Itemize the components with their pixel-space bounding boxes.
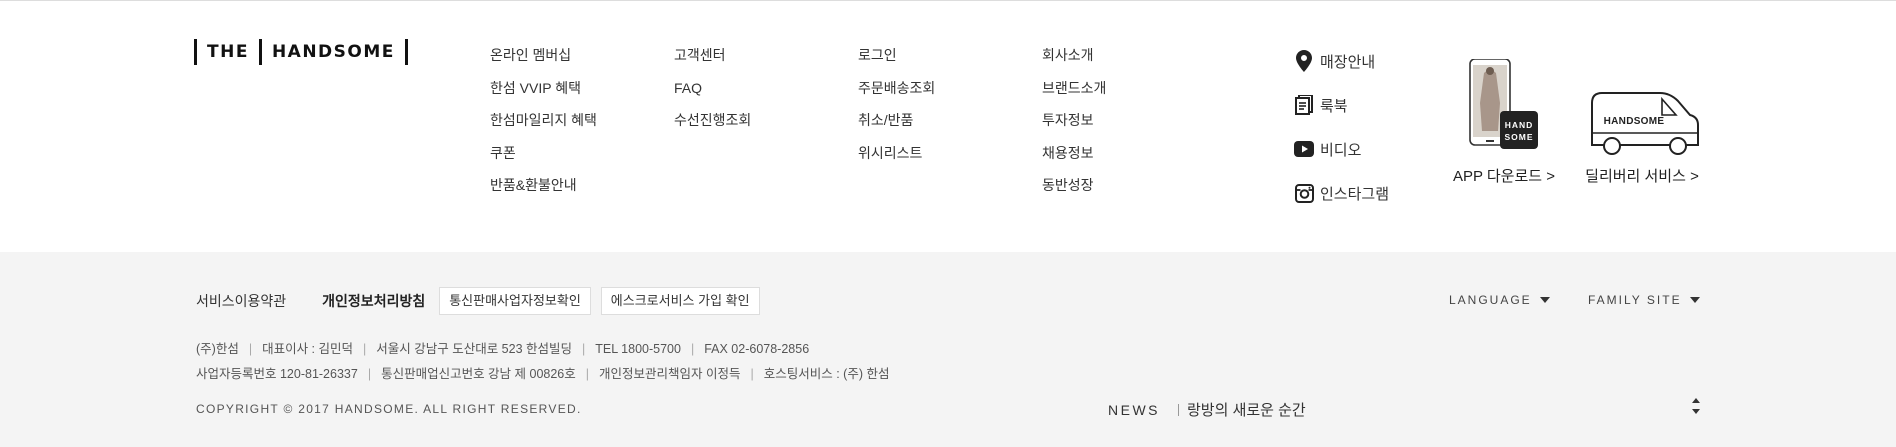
app-badge-line2: SOME (1504, 132, 1534, 142)
menu-column-account: 로그인 주문배송조회 취소/반품 위시리스트 (858, 45, 935, 175)
menu-column-company: 회사소개 브랜드소개 투자정보 채용정보 동반성장 (1042, 45, 1106, 208)
family-site-dropdown[interactable]: FAMILY SITE (1588, 293, 1700, 307)
hosting-service: 호스팅서비스 : (주) 한섬 (763, 367, 890, 381)
menu-link[interactable]: 동반성장 (1042, 175, 1106, 208)
footer-top: THE HANDSOME 온라인 멤버십 한섬 VVIP 혜택 한섬마일리지 혜… (0, 1, 1896, 252)
menu-link[interactable]: 쿠폰 (490, 143, 597, 176)
language-dropdown[interactable]: LANGUAGE (1449, 293, 1550, 307)
menu-link[interactable]: 브랜드소개 (1042, 78, 1106, 111)
instagram-icon (1294, 182, 1314, 204)
delivery-service-label: 딜리버리 서비스 > (1585, 168, 1699, 185)
mail-order-number: 통신판매업신고번호 강남 제 00826호 (381, 367, 576, 381)
app-download-link[interactable]: HAND SOME APP 다운로드 > (1452, 58, 1556, 186)
store-locator-label: 매장안내 (1320, 53, 1376, 71)
news-ticker[interactable]: NEWS 랑방의 새로운 순간 (1108, 399, 1306, 420)
company-info-line1: (주)한섬 | 대표이사 : 김민덕 | 서울시 강남구 도산대로 523 한섬빌딩 | T… (196, 342, 810, 356)
logo-bar-right (404, 39, 408, 65)
menu-link[interactable]: 채용정보 (1042, 143, 1106, 176)
caret-down-icon (1689, 297, 1700, 303)
app-badge-line1: HAND (1504, 120, 1534, 130)
app-phone-illustration: HAND SOME (1452, 58, 1556, 159)
language-label: LANGUAGE (1449, 293, 1532, 307)
menu-link[interactable]: 로그인 (858, 45, 935, 78)
company-address: 서울시 강남구 도산대로 523 한섬빌딩 (376, 342, 572, 356)
menu-link[interactable]: 한섬 VVIP 혜택 (490, 78, 597, 111)
youtube-icon (1294, 138, 1314, 160)
menu-link[interactable]: 고객센터 (674, 45, 751, 78)
logo-text-handsome: HANDSOME (271, 42, 395, 62)
instagram-label: 인스타그램 (1320, 185, 1390, 203)
delivery-service-link[interactable]: HANDSOME 딜리버리 서비스 > (1578, 59, 1706, 186)
news-arrows (1691, 398, 1701, 420)
menu-link[interactable]: 위시리스트 (858, 143, 935, 176)
lookbook-label: 룩북 (1320, 97, 1348, 115)
delivery-van-text: HANDSOME (1603, 116, 1665, 127)
menu-link[interactable]: FAQ (674, 78, 751, 111)
handsome-logo[interactable]: THE HANDSOME (194, 39, 408, 65)
news-label: NEWS (1108, 401, 1160, 418)
ceo-name: 대표이사 : 김민덕 (262, 342, 353, 356)
menu-column-customer-center: 고객센터 FAQ 수선진행조회 (674, 45, 751, 143)
policy-links: 서비스이용약관 개인정보처리방침 통신판매사업자정보확인 에스크로서비스 가입 … (196, 287, 774, 315)
escrow-service-button[interactable]: 에스크로서비스 가입 확인 (600, 287, 760, 315)
company-info-line2: 사업자등록번호 120-81-26337 | 통신판매업신고번호 강남 제 0082… (196, 367, 890, 381)
delivery-van-illustration: HANDSOME (1578, 59, 1706, 159)
menu-link[interactable]: 취소/반품 (858, 110, 935, 143)
menu-link[interactable]: 회사소개 (1042, 45, 1106, 78)
lookbook-link[interactable]: 룩북 (1294, 83, 1389, 127)
instagram-link[interactable]: 인스타그램 (1294, 171, 1389, 215)
store-locator-link[interactable]: 매장안내 (1294, 39, 1389, 83)
menu-link[interactable]: 반품&환불안내 (490, 175, 597, 208)
menu-column-membership: 온라인 멤버십 한섬 VVIP 혜택 한섬마일리지 혜택 쿠폰 반품&환불안내 (490, 45, 597, 208)
caret-down-icon (1539, 297, 1550, 303)
menu-link[interactable]: 한섬마일리지 혜택 (490, 110, 597, 143)
company-name: (주)한섬 (196, 342, 239, 356)
business-info-button[interactable]: 통신판매사업자정보확인 (439, 287, 591, 315)
video-link[interactable]: 비디오 (1294, 127, 1389, 171)
company-fax: FAX 02-6078-2856 (704, 342, 810, 356)
business-reg-number: 사업자등록번호 120-81-26337 (196, 367, 358, 381)
copyright-text: COPYRIGHT © 2017 HANDSOME. ALL RIGHT RES… (196, 402, 582, 416)
news-prev-arrow-icon[interactable] (1692, 398, 1700, 403)
menu-link[interactable]: 온라인 멤버십 (490, 45, 597, 78)
family-site-label: FAMILY SITE (1588, 293, 1682, 307)
news-headline[interactable]: 랑방의 새로운 순간 (1187, 399, 1306, 420)
social-links: 매장안내 룩북 비디오 인스타그램 (1294, 39, 1389, 215)
menu-link[interactable]: 수선진행조회 (674, 110, 751, 143)
privacy-officer: 개인정보관리책임자 이정득 (599, 367, 741, 381)
lookbook-icon (1294, 94, 1314, 116)
menu-link[interactable]: 주문배송조회 (858, 78, 935, 111)
location-pin-icon (1294, 50, 1314, 72)
app-download-label: APP 다운로드 > (1452, 168, 1556, 185)
video-label: 비디오 (1320, 141, 1362, 159)
privacy-policy-link[interactable]: 개인정보처리방침 (322, 291, 425, 311)
news-divider (1178, 403, 1179, 416)
menu-link[interactable]: 투자정보 (1042, 110, 1106, 143)
terms-of-service-link[interactable]: 서비스이용약관 (196, 291, 286, 311)
company-tel: TEL 1800-5700 (595, 342, 681, 356)
logo-text-the: THE (207, 42, 249, 62)
news-next-arrow-icon[interactable] (1692, 409, 1700, 414)
